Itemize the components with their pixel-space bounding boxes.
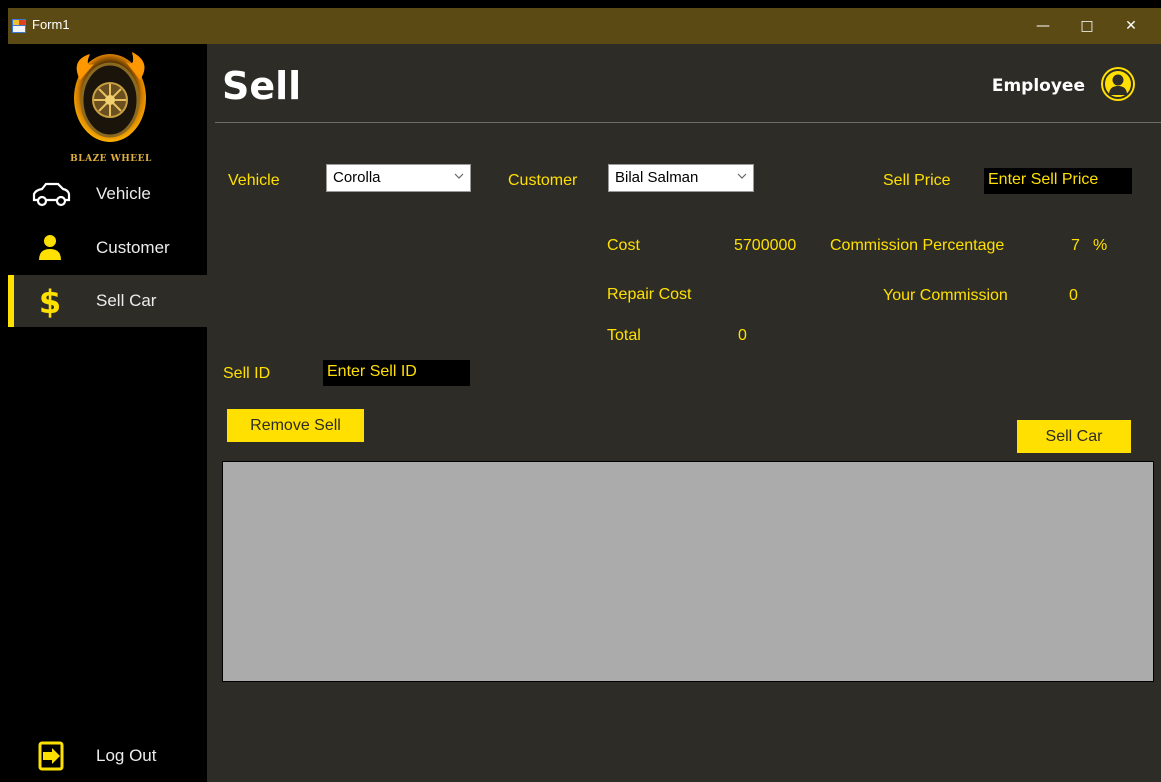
svg-text:$: $ (39, 283, 61, 319)
active-indicator (8, 275, 14, 327)
sidebar-item-label: Sell Car (96, 291, 157, 310)
commission-percentage-value[interactable]: 7 (1071, 237, 1080, 255)
car-icon (32, 182, 71, 207)
app-form-icon (12, 19, 26, 33)
your-commission-value: 0 (1069, 287, 1078, 304)
sell-id-input[interactable]: Enter Sell ID (323, 360, 470, 386)
customer-select[interactable]: Bilal Salman (608, 164, 754, 192)
logout-icon (38, 741, 64, 771)
chevron-down-icon (454, 173, 464, 179)
user-role: Employee (991, 76, 1085, 96)
sidebar-item-label: Customer (96, 238, 170, 257)
repair-cost-label: Repair Cost (607, 286, 692, 303)
chevron-down-icon (737, 173, 747, 179)
sidebar-item-label: Vehicle (96, 184, 151, 203)
page-title: Sell (222, 64, 302, 108)
main-panel: Sell Employee Vehicle Corolla Customer B… (207, 44, 1161, 782)
vehicle-select-value: Corolla (333, 169, 381, 186)
sell-car-button[interactable]: Sell Car (1017, 420, 1131, 453)
vehicle-select[interactable]: Corolla (326, 164, 471, 192)
your-commission-label: Your Commission (883, 287, 1008, 304)
sidebar-item-sell-car[interactable]: $ Sell Car (8, 275, 207, 327)
person-icon (39, 235, 61, 260)
window-title: Form1 (32, 17, 70, 32)
cost-value: 5700000 (734, 237, 797, 254)
minimize-button[interactable]: — (1021, 8, 1065, 44)
user-avatar-icon[interactable] (1100, 66, 1136, 102)
logout-button[interactable]: Log Out (8, 730, 207, 782)
vehicle-label: Vehicle (228, 172, 280, 189)
header-divider (215, 122, 1161, 123)
blaze-wheel-logo (74, 52, 146, 142)
percent-unit: % (1093, 237, 1108, 254)
customer-select-value: Bilal Salman (615, 169, 699, 186)
total-value: 0 (738, 327, 747, 344)
sell-price-label: Sell Price (883, 172, 951, 189)
total-label: Total (607, 327, 641, 344)
logout-label: Log Out (96, 746, 157, 765)
customer-label: Customer (508, 172, 578, 189)
commission-percentage-label: Commission Percentage (830, 237, 1005, 254)
cost-label: Cost (607, 237, 640, 254)
close-button[interactable]: ✕ (1109, 8, 1153, 44)
sidebar-item-vehicle[interactable]: Vehicle (8, 168, 207, 220)
sidebar-item-customer[interactable]: Customer (8, 222, 207, 274)
dollar-icon: $ (39, 283, 61, 319)
sidebar: BLAZE WHEEL Vehicle Customer $ Sell Car … (8, 44, 207, 782)
logo-text: BLAZE WHEEL (70, 154, 152, 164)
remove-sell-button[interactable]: Remove Sell (227, 409, 364, 442)
sell-price-input[interactable]: Enter Sell Price (984, 168, 1132, 194)
sell-id-label: Sell ID (223, 365, 271, 382)
sales-data-grid[interactable] (222, 461, 1154, 682)
maximize-button[interactable]: □ (1065, 8, 1109, 44)
title-bar: Form1 — □ ✕ (8, 8, 1161, 44)
